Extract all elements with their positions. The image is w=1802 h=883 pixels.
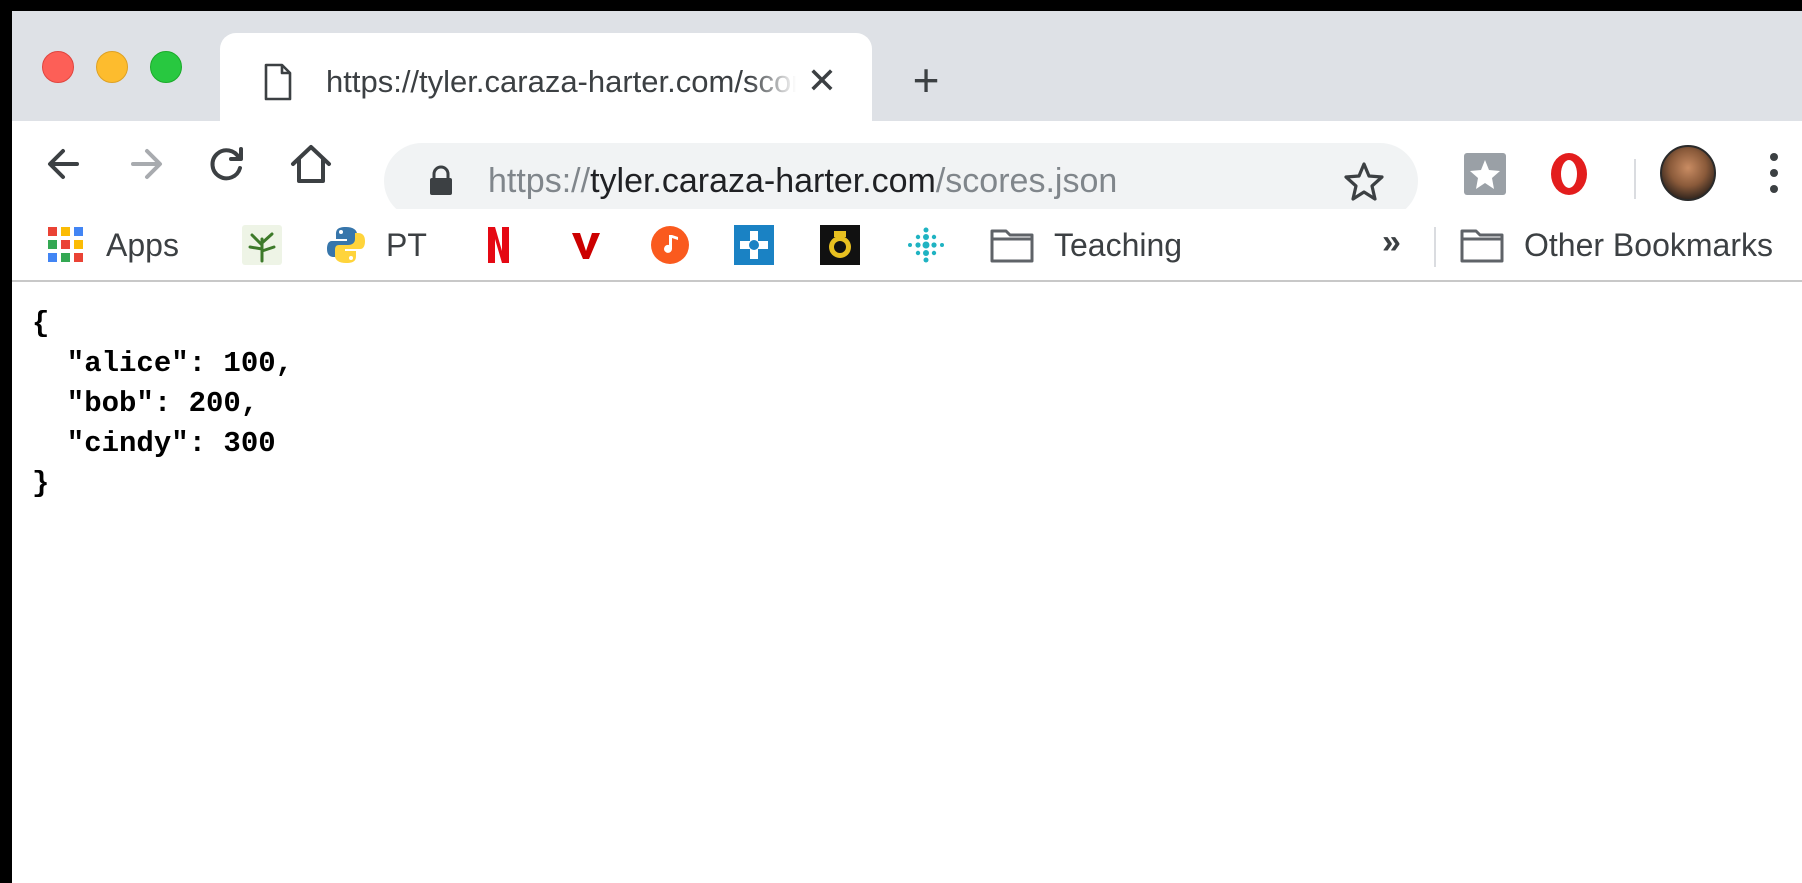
- python-icon: [327, 227, 365, 263]
- bookmark-plant[interactable]: [242, 221, 282, 269]
- url-text: https://tyler.caraza-harter.com/scores.j…: [488, 160, 1117, 202]
- reload-icon: [210, 147, 243, 181]
- bookmark-other-folder[interactable]: Other Bookmarks: [1460, 221, 1773, 269]
- lock-icon: [430, 165, 452, 195]
- browser-window: https://tyler.caraza-harter.com/scores.j…: [0, 0, 1802, 883]
- plant-icon: [242, 225, 282, 265]
- toolbar: https://tyler.caraza-harter.com/scores.j…: [12, 121, 1802, 219]
- fitbit-icon: [908, 227, 944, 263]
- window-maximize-button[interactable]: [150, 51, 182, 83]
- new-tab-button[interactable]: +: [904, 57, 948, 103]
- opera-extension-icon[interactable]: [1546, 151, 1592, 197]
- tab-title: https://tyler.caraza-harter.com/scores.j…: [326, 64, 796, 99]
- bookmarks-overflow-button[interactable]: »: [1382, 223, 1401, 262]
- star-icon[interactable]: [1342, 159, 1386, 203]
- folder-icon: [990, 229, 1034, 263]
- apps-grid-icon: [48, 227, 83, 262]
- bookmark-other-label: Other Bookmarks: [1524, 226, 1773, 263]
- v-logo-icon: [572, 233, 600, 259]
- toolbar-separator: [1634, 159, 1636, 199]
- music-note-icon: [651, 226, 689, 264]
- arrow-right-icon: [131, 149, 162, 179]
- tab-strip: https://tyler.caraza-harter.com/scores.j…: [12, 11, 1802, 123]
- arrow-left-icon: [48, 149, 79, 179]
- window-minimize-button[interactable]: [96, 51, 128, 83]
- url-scheme: https://: [488, 162, 591, 200]
- medical-cross-icon: [734, 225, 774, 265]
- bookmark-extension-icon[interactable]: [1462, 151, 1508, 197]
- bookmark-teaching-folder[interactable]: Teaching: [990, 221, 1182, 269]
- bookmark-apps-label: Apps: [106, 226, 179, 263]
- bookmarks-separator: [1434, 227, 1436, 267]
- netflix-icon: [488, 227, 509, 263]
- bookmark-netflix[interactable]: [478, 221, 518, 269]
- badge-icon: [820, 225, 860, 265]
- forward-button[interactable]: [122, 139, 172, 189]
- home-button[interactable]: [286, 139, 336, 189]
- tab-close-icon[interactable]: ✕: [802, 61, 842, 101]
- bookmark-vivaldi[interactable]: [566, 221, 606, 269]
- bookmark-music[interactable]: [650, 221, 690, 269]
- bookmarks-bar: Apps PT Teaching » Other Bookmarks: [12, 209, 1802, 282]
- bookmark-fitbit[interactable]: [906, 221, 946, 269]
- address-bar[interactable]: https://tyler.caraza-harter.com/scores.j…: [384, 143, 1418, 219]
- window-close-button[interactable]: [42, 51, 74, 83]
- json-document: { "alice": 100, "bob": 200, "cindy": 300…: [32, 307, 294, 500]
- bookmark-teaching-label: Teaching: [1054, 226, 1183, 263]
- profile-avatar[interactable]: [1660, 145, 1716, 201]
- reload-button[interactable]: [202, 139, 252, 189]
- bookmark-pt[interactable]: PT: [326, 221, 427, 269]
- home-icon: [291, 145, 331, 183]
- kebab-menu-icon[interactable]: [1764, 145, 1784, 201]
- url-path: /scores.json: [935, 162, 1118, 200]
- bookmark-apps[interactable]: Apps: [46, 221, 179, 269]
- page-content: { "alice": 100, "bob": 200, "cindy": 300…: [12, 282, 1802, 883]
- bookmark-badge[interactable]: [820, 221, 860, 269]
- bookmark-medical[interactable]: [734, 221, 774, 269]
- document-icon: [264, 63, 292, 101]
- back-button[interactable]: [38, 139, 88, 189]
- active-tab[interactable]: https://tyler.caraza-harter.com/scores.j…: [220, 33, 872, 123]
- bookmark-pt-label: PT: [386, 226, 427, 263]
- url-host: tyler.caraza-harter.com: [590, 162, 936, 200]
- folder-icon: [1460, 229, 1504, 263]
